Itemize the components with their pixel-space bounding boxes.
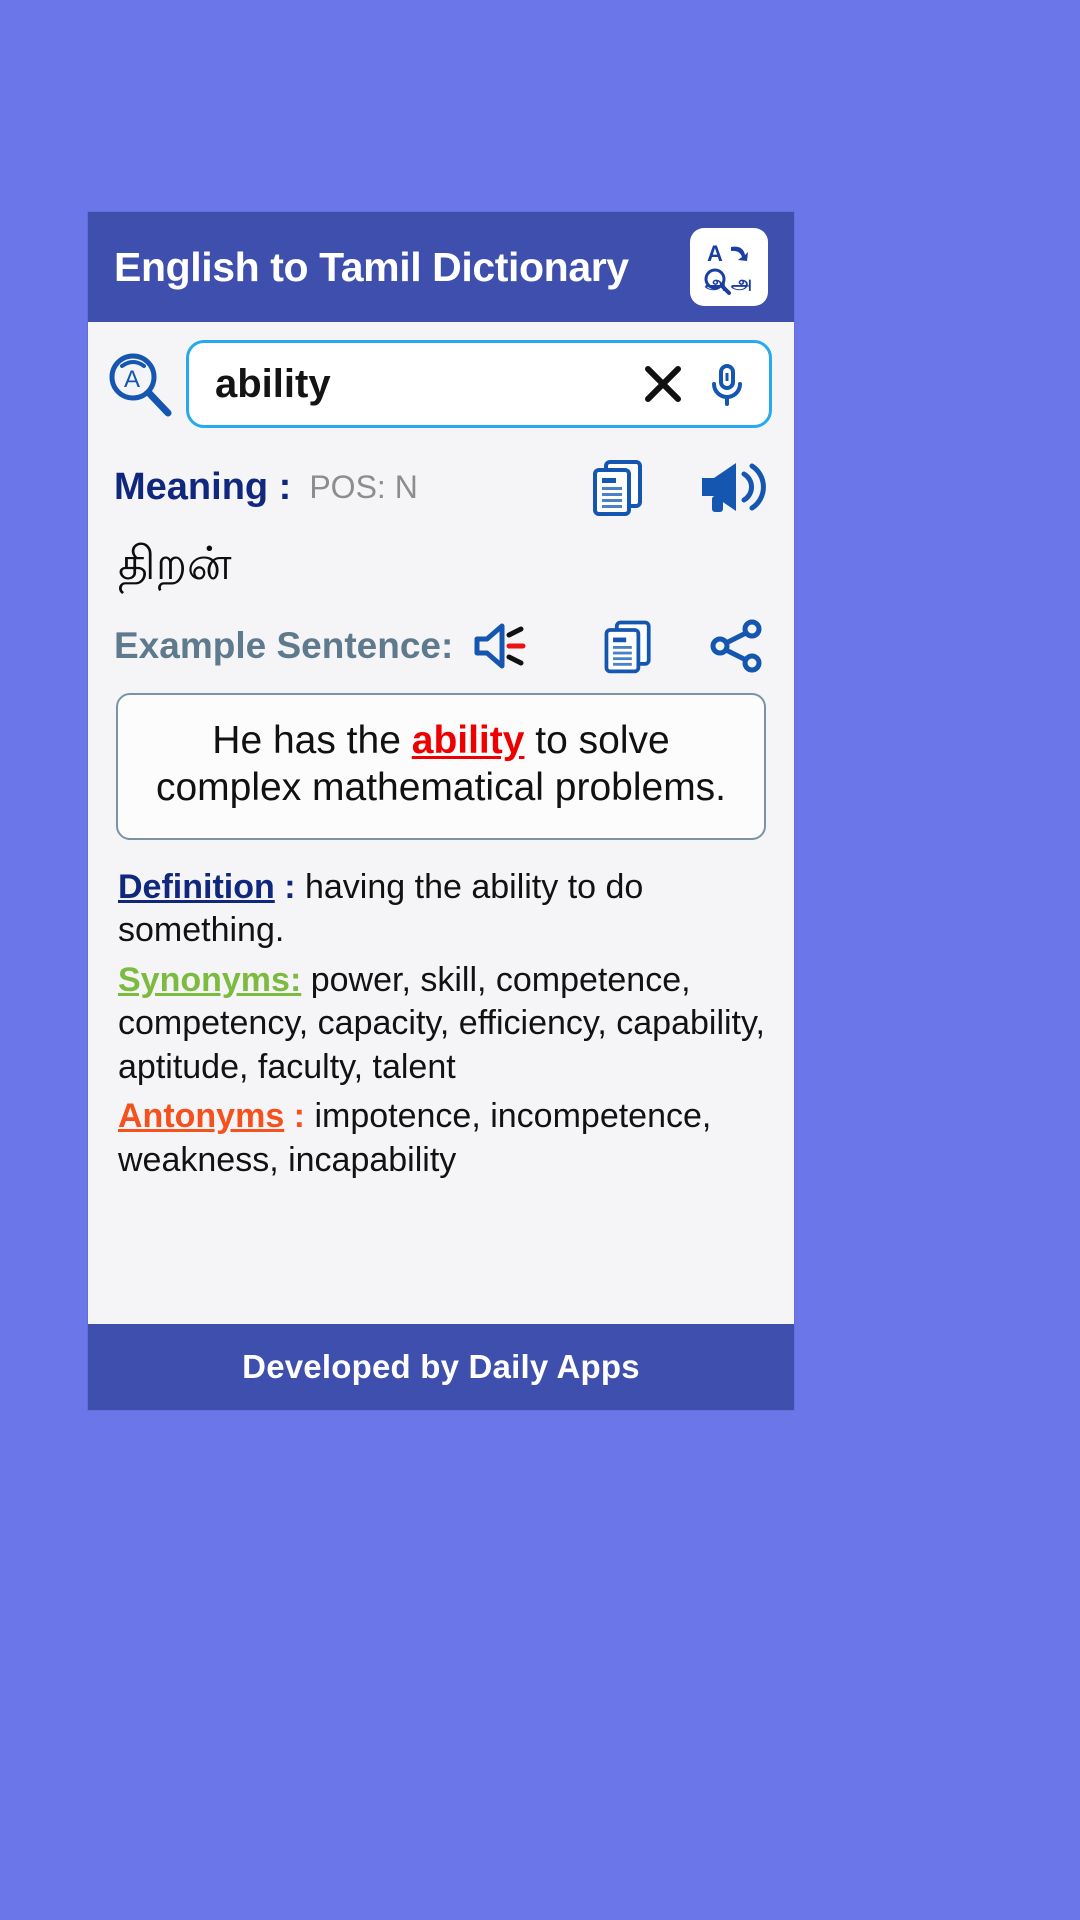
part-of-speech-label: POS: N (309, 468, 418, 505)
definition-label: Definition (118, 867, 275, 906)
translate-a-to-tamil-icon[interactable]: A அ அ (690, 228, 768, 306)
details-section: Definition : having the ability to do so… (114, 840, 768, 1183)
synonyms-line: Synonyms: power, skill, competence, comp… (118, 959, 766, 1090)
sentence-highlight: ability (411, 718, 525, 762)
search-language-icon[interactable]: A (102, 347, 176, 421)
app-window: English to Tamil Dictionary A அ அ A abil… (88, 212, 794, 1410)
example-sentence-label: Example Sentence: (114, 624, 454, 666)
search-input[interactable]: ability (215, 362, 627, 407)
share-icon[interactable] (706, 615, 768, 677)
page-background: English to Tamil Dictionary A அ அ A abil… (0, 0, 1080, 1920)
copy-icon[interactable] (598, 615, 660, 677)
footer-credit-text: Developed by Daily Apps (242, 1348, 640, 1385)
definition-line: Definition : having the ability to do so… (118, 866, 766, 953)
speaker-icon[interactable] (471, 618, 531, 674)
close-icon[interactable] (637, 358, 689, 410)
copy-icon[interactable] (586, 454, 652, 520)
app-header: English to Tamil Dictionary A அ அ (88, 212, 794, 322)
antonyms-separator: : (284, 1097, 315, 1136)
search-input-container[interactable]: ability (186, 340, 772, 428)
search-bar: A ability (88, 322, 794, 444)
microphone-icon[interactable] (699, 356, 755, 412)
antonyms-label: Antonyms (118, 1097, 285, 1136)
svg-text:A: A (124, 366, 140, 393)
svg-text:அ: அ (731, 273, 752, 294)
synonyms-label: Synonyms: (118, 960, 302, 999)
tamil-meaning-text: திறன் (118, 537, 232, 589)
svg-text:A: A (707, 241, 723, 266)
example-sentence-box: He has the ability to solve complex math… (116, 692, 766, 840)
app-footer: Developed by Daily Apps (88, 1324, 794, 1410)
result-content: Meaning : POS: N திறன் Example Sentence:… (88, 444, 794, 1324)
meaning-label: Meaning : (114, 465, 292, 508)
antonyms-line: Antonyms : impotence, incompetence, weak… (118, 1095, 766, 1182)
megaphone-icon[interactable] (694, 454, 768, 520)
example-sentence-text: He has the ability to solve complex math… (144, 717, 738, 812)
page-title: English to Tamil Dictionary (114, 243, 629, 290)
meaning-header-row: Meaning : POS: N (114, 444, 768, 524)
definition-separator: : (274, 867, 305, 906)
example-header-row: Example Sentence: (114, 597, 768, 687)
sentence-prefix: He has the (212, 718, 412, 762)
